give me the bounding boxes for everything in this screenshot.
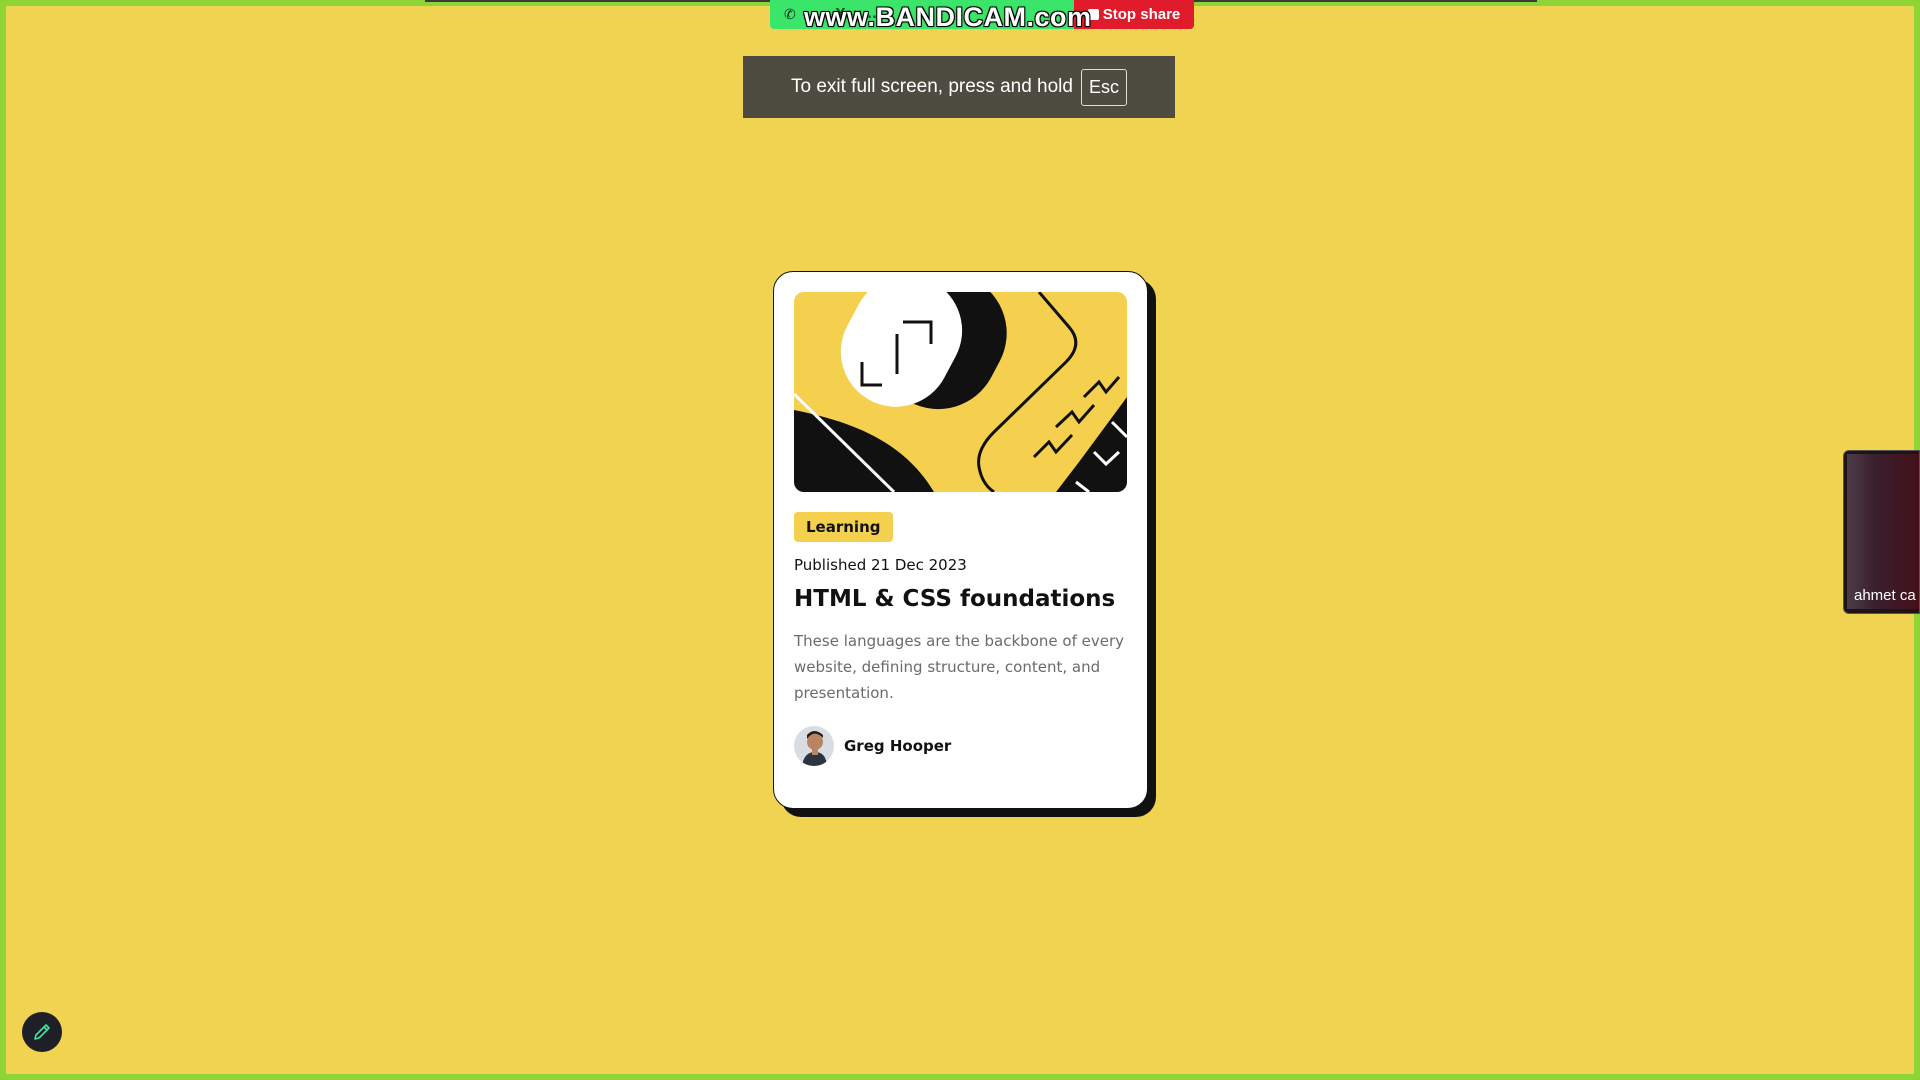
video-feed — [1847, 454, 1919, 609]
avatar — [794, 726, 834, 766]
phone-icon: ✆ — [784, 6, 796, 23]
annotate-pencil-button[interactable] — [22, 1012, 62, 1052]
screen-share-bar: ✆ You... www.BANDICAM.com Stop share — [770, 0, 1194, 32]
card-description: These languages are the backbone of ever… — [794, 632, 1124, 702]
category-tag[interactable]: Learning — [794, 512, 893, 542]
author-byline: Greg Hooper — [794, 726, 1127, 766]
fullscreen-notice: To exit full screen, press and hold Esc — [743, 56, 1175, 118]
esc-key-hint: Esc — [1080, 68, 1127, 106]
fullscreen-notice-text: To exit full screen, press and hold — [790, 76, 1073, 97]
card-illustration — [794, 292, 1127, 492]
blog-preview-card: Learning Published 21 Dec 2023 HTML & CS… — [773, 271, 1148, 809]
pencil-icon — [34, 1024, 50, 1040]
published-date: Published 21 Dec 2023 — [794, 556, 967, 574]
card-title[interactable]: HTML & CSS foundations — [794, 586, 1127, 612]
author-name[interactable]: Greg Hooper — [844, 737, 951, 755]
participant-name: ahmet ca — [1854, 587, 1916, 604]
stop-share-button[interactable]: Stop share — [1074, 0, 1194, 29]
share-status[interactable]: ✆ You... www.BANDICAM.com — [770, 0, 1091, 32]
stop-share-label: Stop share — [1102, 6, 1181, 23]
participant-video-tile[interactable]: ahmet ca — [1843, 450, 1920, 614]
recorder-watermark: www.BANDICAM.com — [804, 2, 1092, 32]
